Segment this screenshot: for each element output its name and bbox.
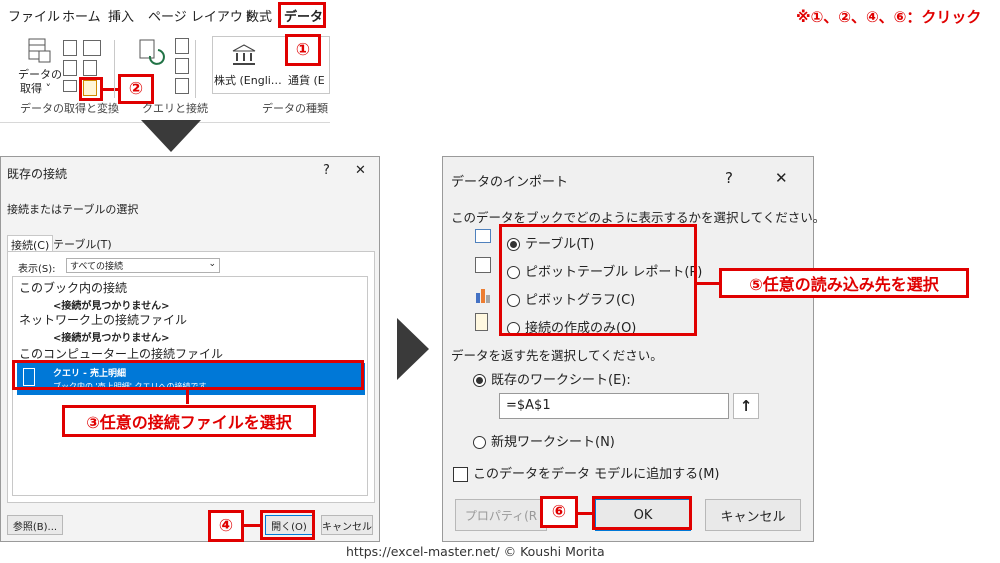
cancel-button[interactable]: キャンセル <box>321 515 373 535</box>
radio-selected-icon[interactable] <box>473 374 486 387</box>
pivot-chart-icon <box>475 287 491 303</box>
step5-connector <box>697 282 719 285</box>
dialog-subtitle: 接続またはテーブルの選択 <box>7 203 139 216</box>
queries-connections-icon[interactable] <box>175 38 189 54</box>
edit-links-icon[interactable] <box>175 78 189 94</box>
group-divider <box>195 40 196 98</box>
tab-insert[interactable]: 挿入 <box>108 6 134 25</box>
get-data-label2[interactable]: 取得 ˅ <box>20 80 51 96</box>
tab-formulas[interactable]: 数式 <box>246 6 272 25</box>
existing-connections-dialog: 既存の接続 ? ✕ 接続またはテーブルの選択 接続(C) テーブル(T) 表示(… <box>0 156 380 542</box>
step5-callout: ⑤任意の読み込み先を選択 <box>719 268 969 298</box>
checkbox-icon[interactable] <box>453 467 468 482</box>
show-filter-value: すべての接続 <box>70 262 124 272</box>
help-button[interactable]: ? <box>323 163 330 178</box>
chevron-down-icon: ⌄ <box>208 259 216 269</box>
tab-home[interactable]: ホーム <box>62 6 101 25</box>
stock-datatype[interactable]: 株式 (Engli… <box>214 72 282 88</box>
step3-selection-highlight <box>12 360 364 390</box>
step6-ok-highlight <box>592 496 692 530</box>
step6-badge: ⑥ <box>540 496 578 528</box>
group-label-datatypes: データの種類 <box>262 102 328 115</box>
section-network: ネットワーク上の接続ファイル <box>19 313 188 327</box>
table-icon <box>475 229 491 243</box>
arrow-up-icon: ↑ <box>739 397 753 415</box>
close-icon[interactable]: ✕ <box>355 163 366 178</box>
right-arrow-icon <box>397 318 429 380</box>
step3-connector <box>186 390 189 404</box>
copyright-footer: https://excel-master.net/ © Koushi Morit… <box>346 544 605 559</box>
section-this-workbook: このブック内の接続 <box>19 281 128 295</box>
option-new-sheet[interactable]: 新規ワークシート(N) <box>473 431 615 450</box>
dialog-title: データのインポート <box>451 175 569 190</box>
click-steps-note: ※①、②、④、⑥：クリック <box>796 8 982 26</box>
from-table-icon[interactable] <box>63 60 77 76</box>
dialog-title: 既存の接続 <box>7 167 68 181</box>
no-connection-text: <接続が見つかりません> <box>53 301 170 312</box>
connection-only-icon <box>475 313 488 331</box>
recent-sources-icon[interactable] <box>83 60 97 76</box>
step2-connector <box>100 88 120 91</box>
no-connection-text: <接続が見つかりません> <box>53 333 170 344</box>
group-label-queries: クエリと接続 <box>142 102 208 115</box>
step5-options-highlight <box>499 224 697 336</box>
from-web-icon[interactable] <box>83 40 101 56</box>
destination-question: データを返す先を選択してください。 <box>451 348 663 363</box>
tab-page-layout[interactable]: ページ レイアウト <box>148 6 256 25</box>
bank-icon <box>232 44 256 66</box>
down-arrow-icon <box>141 120 201 154</box>
properties-button: プロパティ(R <box>455 499 547 531</box>
from-text-icon[interactable] <box>63 40 77 56</box>
properties-icon[interactable] <box>175 58 189 74</box>
excel-ribbon: ファイル ホーム 挿入 ページ レイアウト 数式 データ データの 取得 ˅ ②… <box>0 0 330 123</box>
destination-input[interactable]: =$A$1 <box>499 393 729 419</box>
cancel-button[interactable]: キャンセル <box>705 499 801 531</box>
radio-icon[interactable] <box>473 436 486 449</box>
option-existing-sheet[interactable]: 既存のワークシート(E): <box>473 369 631 388</box>
step3-callout: ③任意の接続ファイルを選択 <box>62 405 316 437</box>
database-icon <box>24 36 52 64</box>
step1-tab-highlight <box>278 2 326 28</box>
from-range-icon[interactable] <box>63 80 77 92</box>
tab-tables[interactable]: テーブル(T) <box>53 236 112 252</box>
browse-button[interactable]: 参照(B)... <box>7 515 63 535</box>
add-to-data-model[interactable]: このデータをデータ モデルに追加する(M) <box>453 463 720 482</box>
collapse-dialog-button[interactable]: ↑ <box>733 393 759 419</box>
tab-file[interactable]: ファイル <box>8 6 60 25</box>
group-label-get-transform: データの取得と変換 <box>20 102 119 115</box>
step6-connector <box>578 512 592 515</box>
group-divider <box>114 40 115 98</box>
refresh-all-icon[interactable] <box>136 36 166 70</box>
step1-badge: ① <box>285 34 321 66</box>
step4-badge: ④ <box>208 510 244 542</box>
import-data-dialog: データのインポート ? ✕ このデータをブックでどのように表示するかを選択してく… <box>442 156 825 542</box>
show-label: 表示(S): <box>18 264 56 275</box>
help-button[interactable]: ? <box>725 169 733 187</box>
step4-button-highlight <box>260 510 315 540</box>
show-filter-select[interactable]: すべての接続 ⌄ <box>66 258 220 273</box>
close-icon[interactable]: ✕ <box>775 169 788 187</box>
currency-datatype[interactable]: 通貨 (E <box>288 72 328 88</box>
pivot-table-icon <box>475 257 491 273</box>
